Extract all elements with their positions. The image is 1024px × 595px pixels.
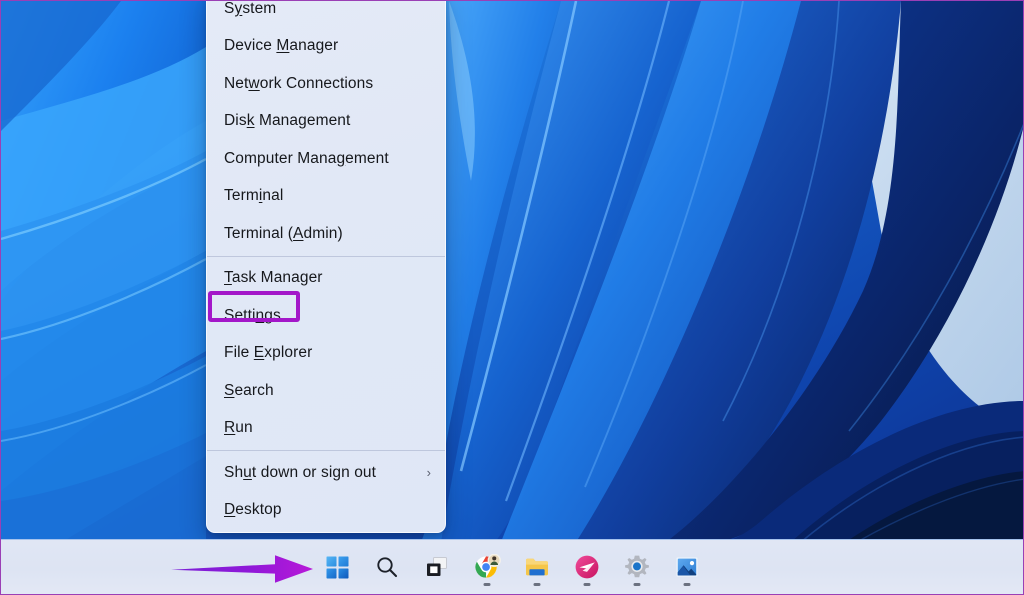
menu-item-network-connections[interactable]: Network Connections: [207, 65, 445, 103]
wallpaper-bloom-art: [1, 1, 1023, 594]
folder-icon: [524, 554, 550, 580]
menu-item-label: Terminal (Admin): [224, 225, 433, 243]
start-button[interactable]: [316, 546, 358, 588]
search-button[interactable]: [366, 546, 408, 588]
menu-item-task-manager[interactable]: Task Manager: [207, 260, 445, 298]
photos-button[interactable]: [666, 546, 708, 588]
menu-item-search[interactable]: Search: [207, 372, 445, 410]
menu-item-label: Device Manager: [224, 37, 433, 55]
menu-item-label: System: [224, 0, 433, 18]
running-indicator: [534, 583, 541, 586]
task-view-icon: [425, 555, 449, 579]
menu-item-label: Run: [224, 419, 433, 437]
settings-button[interactable]: [616, 546, 658, 588]
desktop-screen: System Device Manager Network Connection…: [0, 0, 1024, 595]
avatar: [488, 554, 500, 566]
menu-item-disk-management[interactable]: Disk Management: [207, 103, 445, 141]
menu-separator: [207, 450, 445, 451]
menu-item-terminal[interactable]: Terminal: [207, 178, 445, 216]
menu-item-desktop[interactable]: Desktop: [207, 492, 445, 530]
chevron-right-icon: ›: [427, 466, 431, 479]
menu-item-computer-management[interactable]: Computer Management: [207, 140, 445, 178]
pinned-app-button[interactable]: [566, 546, 608, 588]
menu-separator: [207, 256, 445, 257]
task-view-button[interactable]: [416, 546, 458, 588]
paper-plane-icon: [574, 554, 600, 580]
chrome-icon: [474, 554, 501, 581]
menu-item-label: File Explorer: [224, 344, 433, 362]
chrome-button[interactable]: [466, 546, 508, 588]
taskbar-center-group: [1, 546, 1023, 588]
menu-item-terminal-admin[interactable]: Terminal (Admin): [207, 215, 445, 253]
menu-item-label: Network Connections: [224, 75, 433, 93]
menu-item-label: Search: [224, 382, 433, 400]
desktop-wallpaper: [1, 1, 1023, 594]
file-explorer-button[interactable]: [516, 546, 558, 588]
photos-icon: [674, 554, 700, 580]
menu-item-label: Desktop: [224, 501, 433, 519]
menu-item-settings[interactable]: Settings: [207, 297, 445, 335]
gear-icon: [624, 554, 650, 580]
menu-item-label: Computer Management: [224, 150, 433, 168]
running-indicator: [634, 583, 641, 586]
running-indicator: [684, 583, 691, 586]
winx-quick-link-menu[interactable]: System Device Manager Network Connection…: [206, 0, 446, 533]
menu-item-run[interactable]: Run: [207, 410, 445, 448]
running-indicator: [484, 583, 491, 586]
running-indicator: [584, 583, 591, 586]
menu-item-file-explorer[interactable]: File Explorer: [207, 335, 445, 373]
menu-item-label: Shut down or sign out: [224, 464, 427, 482]
menu-item-label: Disk Management: [224, 112, 433, 130]
menu-item-shut-down-or-sign-out[interactable]: Shut down or sign out ›: [207, 454, 445, 492]
search-icon: [375, 555, 399, 579]
windows-logo-icon: [326, 556, 349, 579]
menu-item-label: Terminal: [224, 187, 433, 205]
taskbar: [1, 539, 1023, 594]
menu-item-device-manager[interactable]: Device Manager: [207, 28, 445, 66]
winx-menu-list: System Device Manager Network Connection…: [207, 0, 445, 533]
menu-item-label: Settings: [224, 307, 433, 325]
menu-item-system[interactable]: System: [207, 0, 445, 28]
menu-item-label: Task Manager: [224, 269, 433, 287]
